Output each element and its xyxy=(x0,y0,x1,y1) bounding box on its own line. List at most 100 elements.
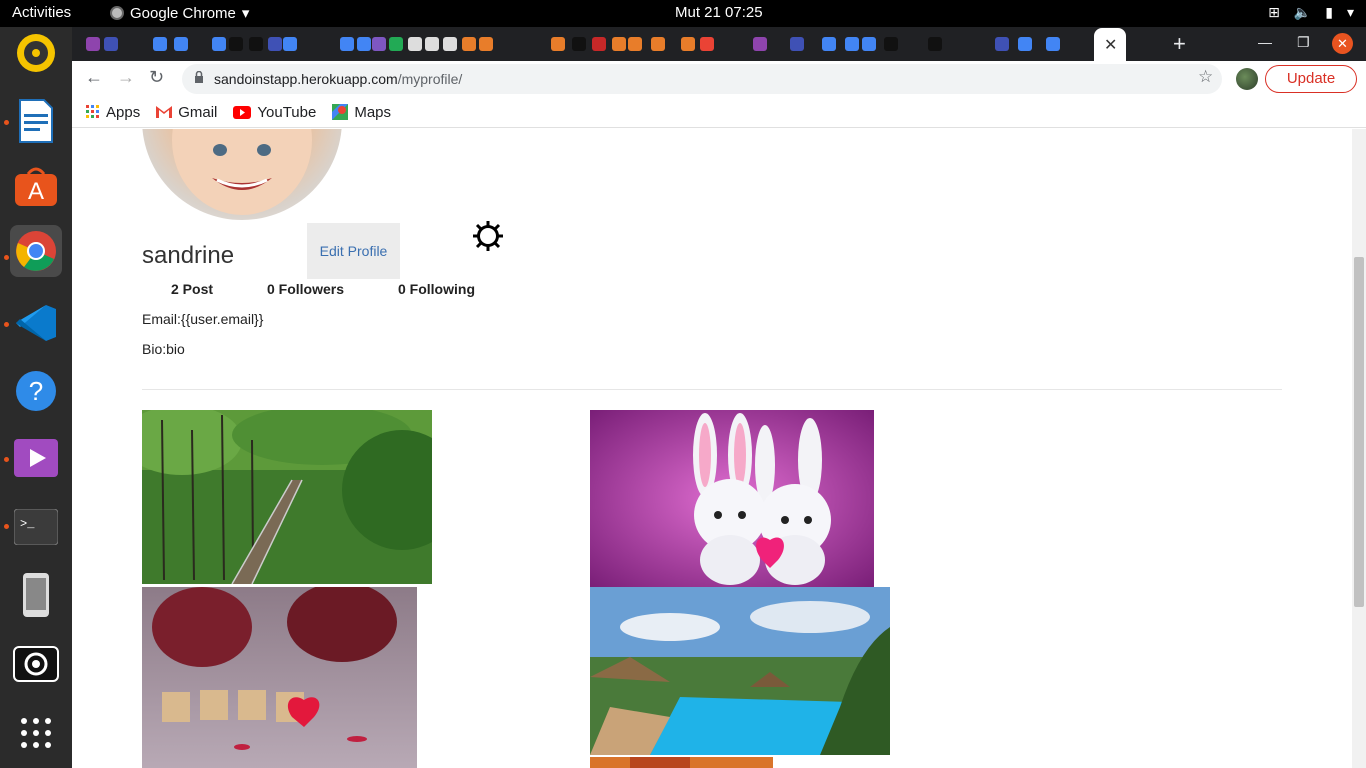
tab-favicon[interactable] xyxy=(845,37,859,51)
svg-text:?: ? xyxy=(29,376,43,406)
system-top-bar: Activities Google Chrome ▾ Mut 21 07:25 … xyxy=(0,0,1366,27)
tab-favicon[interactable] xyxy=(1018,37,1032,51)
post-image[interactable] xyxy=(590,410,874,587)
tab-favicon[interactable] xyxy=(822,37,836,51)
tab-favicon[interactable] xyxy=(790,37,804,51)
tab-favicon[interactable] xyxy=(425,37,439,51)
tab-favicon[interactable] xyxy=(884,37,898,51)
update-button[interactable]: Update xyxy=(1265,65,1357,93)
tab-favicon[interactable] xyxy=(86,37,100,51)
screenshot-icon[interactable] xyxy=(10,637,62,689)
maximize-icon[interactable]: ❐ xyxy=(1297,34,1310,51)
chevron-down-icon: ▾ xyxy=(1346,4,1354,20)
tab-favicon[interactable] xyxy=(408,37,422,51)
settings-gear-icon[interactable] xyxy=(472,220,504,252)
reload-icon[interactable]: ↻ xyxy=(149,67,164,88)
apps-grid-icon xyxy=(86,105,99,118)
tab-favicon[interactable] xyxy=(283,37,297,51)
bookmark-label: Maps xyxy=(354,103,392,121)
tab-favicon[interactable] xyxy=(651,37,665,51)
post-image[interactable] xyxy=(142,410,432,584)
new-tab-button[interactable]: + xyxy=(1173,31,1186,57)
bookmark-youtube[interactable]: YouTube xyxy=(233,104,316,121)
profile-email: Email:{{user.email}} xyxy=(142,311,264,327)
app-menu[interactable]: Google Chrome ▾ xyxy=(110,4,249,22)
profile-username: sandrine xyxy=(142,242,235,269)
tab-favicon[interactable] xyxy=(462,37,476,51)
running-indicator xyxy=(4,120,9,125)
tab-favicon[interactable] xyxy=(357,37,371,51)
tab-favicon[interactable] xyxy=(928,37,942,51)
help-icon[interactable]: ? xyxy=(10,365,62,417)
running-indicator xyxy=(4,322,9,327)
maps-icon xyxy=(332,104,349,120)
bookmark-label: Apps xyxy=(106,103,141,121)
page-scrollbar[interactable] xyxy=(1352,129,1366,768)
following-count[interactable]: 0 Following xyxy=(398,281,475,297)
chrome-icon[interactable] xyxy=(10,225,62,277)
tab-favicon[interactable] xyxy=(389,37,403,51)
system-tray[interactable]: ⊞ 🔈 ▮ ▾ xyxy=(1268,4,1354,21)
vscode-icon[interactable] xyxy=(10,297,62,349)
edit-profile-button[interactable]: Edit Profile xyxy=(307,223,400,279)
svg-text:>_: >_ xyxy=(20,517,35,531)
close-icon[interactable]: ✕ xyxy=(1104,35,1117,55)
tab-favicon[interactable] xyxy=(572,37,586,51)
post-count[interactable]: 2 Post xyxy=(171,281,213,297)
address-bar[interactable]: sandoinstapp.herokuapp.com/myprofile/ xyxy=(182,64,1222,94)
scrollbar-thumb[interactable] xyxy=(1354,257,1364,607)
bookmark-gmail[interactable]: Gmail xyxy=(156,104,217,121)
back-arrow-icon[interactable]: ← xyxy=(85,67,103,88)
tab-favicon[interactable] xyxy=(479,37,493,51)
minimize-icon[interactable]: — xyxy=(1258,34,1272,50)
post-image[interactable] xyxy=(590,587,890,755)
tab-favicon[interactable] xyxy=(628,37,642,51)
tab-favicon[interactable] xyxy=(995,37,1009,51)
bookmark-maps[interactable]: Maps xyxy=(332,104,391,121)
forward-arrow-icon[interactable]: → xyxy=(117,67,135,88)
volume-icon: 🔈 xyxy=(1293,4,1312,20)
profile-picture xyxy=(142,129,342,220)
bookmarks-bar: Apps Gmail YouTube Maps xyxy=(72,97,1366,128)
tab-favicon[interactable] xyxy=(592,37,606,51)
tab-favicon[interactable] xyxy=(862,37,876,51)
profile-avatar[interactable] xyxy=(1236,68,1258,90)
app-grid-icon[interactable] xyxy=(10,707,62,759)
more-menu-icon[interactable]: ⋮ xyxy=(1362,67,1366,87)
followers-count[interactable]: 0 Followers xyxy=(267,281,344,297)
tab-favicon[interactable] xyxy=(104,37,118,51)
video-player-icon[interactable] xyxy=(10,433,62,485)
activities-button[interactable]: Activities xyxy=(12,4,71,21)
bookmark-apps[interactable]: Apps xyxy=(86,104,140,121)
running-indicator xyxy=(4,457,9,462)
rhythmbox-icon[interactable] xyxy=(10,27,62,79)
tab-favicon[interactable] xyxy=(700,37,714,51)
post-image[interactable] xyxy=(142,587,417,768)
window-close-button[interactable]: ✕ xyxy=(1332,33,1353,54)
software-center-icon[interactable]: A xyxy=(10,161,62,213)
tab-favicon[interactable] xyxy=(212,37,226,51)
tab-favicon[interactable] xyxy=(1046,37,1060,51)
tab-favicon[interactable] xyxy=(153,37,167,51)
tab-favicon[interactable] xyxy=(268,37,282,51)
tab-favicon[interactable] xyxy=(551,37,565,51)
url-host: sandoinstapp.herokuapp.com xyxy=(214,71,398,87)
post-image[interactable] xyxy=(590,756,773,768)
profile-bio: Bio:bio xyxy=(142,341,185,357)
tab-favicon[interactable] xyxy=(443,37,457,51)
tab-favicon[interactable] xyxy=(229,37,243,51)
bookmark-label: Gmail xyxy=(178,103,218,121)
clock[interactable]: Mut 21 07:25 xyxy=(675,4,763,21)
terminal-icon[interactable]: >_ xyxy=(10,501,62,553)
tab-favicon[interactable] xyxy=(174,37,188,51)
libreoffice-writer-icon[interactable] xyxy=(10,95,62,147)
tab-favicon[interactable] xyxy=(249,37,263,51)
tab-favicon[interactable] xyxy=(753,37,767,51)
tab-favicon[interactable] xyxy=(372,37,386,51)
bookmark-star-icon[interactable]: ☆ xyxy=(1198,67,1213,87)
tab-favicon[interactable] xyxy=(612,37,626,51)
tab-favicon[interactable] xyxy=(681,37,695,51)
tab-favicon[interactable] xyxy=(340,37,354,51)
phone-icon[interactable] xyxy=(10,569,62,621)
gmail-icon xyxy=(156,106,173,118)
